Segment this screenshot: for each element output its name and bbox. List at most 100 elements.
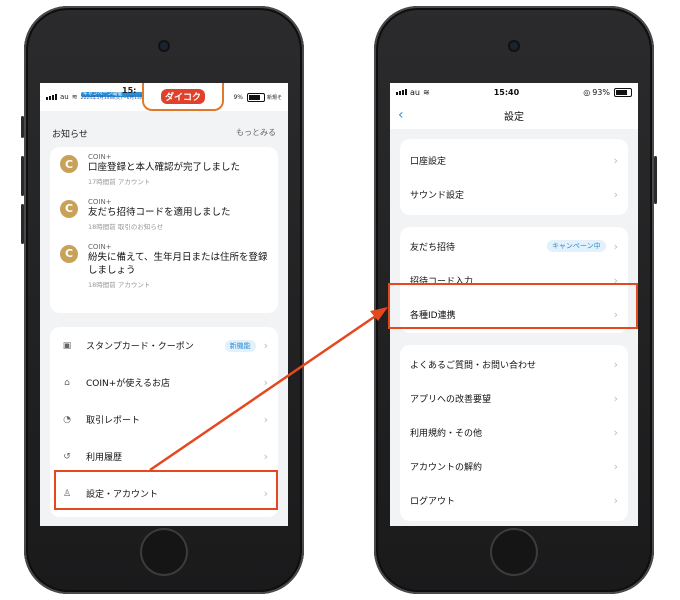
chevron-right-icon: › <box>613 307 618 321</box>
main-menu-card: ▣ スタンプカード・クーポン 新機能 › ⌂ COIN+が使えるお店 › ◔ 取… <box>50 327 278 517</box>
status-right: 9% 新規そ <box>233 92 282 102</box>
mute-switch <box>21 116 24 138</box>
right-screen: au ≋ 15:40 ◎ 93% ‹ 設定 口座設定 › サウンド設定 › 友だ… <box>390 83 638 526</box>
settings-item-terms[interactable]: 利用規約・その他 › <box>400 415 628 449</box>
chevron-right-icon: › <box>613 273 618 287</box>
chevron-right-icon: › <box>263 450 268 463</box>
report-icon: ◔ <box>63 414 71 425</box>
menu-item-label: 取引レポート <box>86 416 141 426</box>
settings-item-faq[interactable]: よくあるご質問・お問い合わせ › <box>400 347 628 381</box>
volume-up-button <box>21 156 24 196</box>
notice-item[interactable]: COIN+ 紛失に備えて、生年月日または住所を登録しましょう 18時間前 アカウ… <box>50 237 278 296</box>
settings-item-id-linking[interactable]: 各種ID連携 › <box>400 297 628 331</box>
chevron-right-icon: › <box>613 239 618 253</box>
notice-source: COIN+ <box>88 197 112 206</box>
notice-item[interactable]: COIN+ 友だち招待コードを適用しました 18時間前 取引のお知らせ <box>50 192 278 237</box>
menu-item-stamp-card[interactable]: ▣ スタンプカード・クーポン 新機能 › <box>50 327 278 364</box>
settings-item-label: 利用規約・その他 <box>410 428 483 439</box>
volume-down-button <box>21 204 24 244</box>
status-left: au ≋ <box>396 88 430 97</box>
coin-plus-icon <box>60 155 78 173</box>
banner-right-text: 新規そ <box>266 94 282 101</box>
menu-item-report[interactable]: ◔ 取引レポート › <box>50 401 278 438</box>
chevron-right-icon: › <box>613 459 618 473</box>
chevron-right-icon: › <box>613 425 618 439</box>
settings-item-delete-account[interactable]: アカウントの解約 › <box>400 449 628 483</box>
menu-item-label: 設定・アカウント <box>86 490 159 500</box>
new-feature-badge: 新機能 <box>224 339 256 352</box>
settings-item-label: アプリへの改善要望 <box>410 394 492 405</box>
right-phone: au ≋ 15:40 ◎ 93% ‹ 設定 口座設定 › サウンド設定 › 友だ… <box>374 6 657 594</box>
battery-icon <box>613 87 632 97</box>
status-right: ◎ 93% <box>583 87 632 97</box>
back-chevron-icon[interactable]: ‹ <box>398 107 404 123</box>
status-time: 15: <box>122 86 137 95</box>
person-icon: ♙ <box>62 488 72 499</box>
settings-item-label: 友だち招待 <box>410 242 456 253</box>
settings-item-invite-code[interactable]: 招待コード入力 › <box>400 263 628 297</box>
notice-source: COIN+ <box>88 242 112 251</box>
settings-item-label: アカウントの解約 <box>410 462 483 473</box>
menu-item-label: スタンプカード・クーポン <box>86 342 194 352</box>
settings-item-label: 各種ID連携 <box>410 310 456 321</box>
nav-bar: ‹ 設定 <box>390 101 638 129</box>
daikoku-logo-text: ダイコク <box>160 88 205 104</box>
chevron-right-icon: › <box>263 376 268 389</box>
settings-group-2: 友だち招待 キャンペーン中 › 招待コード入力 › 各種ID連携 › <box>400 227 628 333</box>
settings-item-feedback[interactable]: アプリへの改善要望 › <box>400 381 628 415</box>
menu-item-stores[interactable]: ⌂ COIN+が使えるお店 › <box>50 364 278 401</box>
notice-time: 18時間前 アカウント <box>88 281 151 290</box>
battery-icon <box>246 92 265 102</box>
front-camera <box>510 42 518 50</box>
notice-message: 友だち招待コードを適用しました <box>88 206 231 218</box>
settings-item-label: よくあるご質問・お問い合わせ <box>410 360 537 371</box>
settings-group-1: 口座設定 › サウンド設定 › <box>400 139 628 215</box>
notices-more-link[interactable]: もっとみる <box>236 127 276 140</box>
notice-message: 紛失に備えて、生年月日または住所を登録しましょう <box>88 251 268 277</box>
notice-item[interactable]: COIN+ 口座登録と本人確認が完了しました 17時間前 アカウント <box>50 147 278 192</box>
left-phone: au ≋ キャンペーン開催 2024年5月14日(火)〜6月13日(木) 9% … <box>21 6 304 594</box>
settings-item-label: 招待コード入力 <box>410 276 474 287</box>
settings-item-account-setting[interactable]: 口座設定 › <box>400 143 628 177</box>
menu-item-history[interactable]: ↺ 利用履歴 › <box>50 438 278 475</box>
campaign-badge: キャンペーン中 <box>546 240 606 252</box>
settings-item-label: サウンド設定 <box>410 190 465 201</box>
battery-label: 93% <box>592 87 610 97</box>
notices-header: お知らせ もっとみる <box>52 127 276 140</box>
store-icon: ⌂ <box>64 377 70 388</box>
notice-time: 18時間前 取引のお知らせ <box>88 222 164 231</box>
power-button <box>654 156 657 204</box>
menu-item-label: 利用履歴 <box>86 453 123 463</box>
settings-item-label: ログアウト <box>410 496 456 507</box>
chevron-right-icon: › <box>613 187 618 201</box>
chevron-right-icon: › <box>263 487 268 500</box>
signal-icon <box>396 89 407 95</box>
menu-item-settings-account[interactable]: ♙ 設定・アカウント › <box>50 475 278 512</box>
chevron-right-icon: › <box>613 153 618 167</box>
chevron-right-icon: › <box>613 493 618 507</box>
settings-item-sound[interactable]: サウンド設定 › <box>400 177 628 211</box>
carrier-label: au <box>60 93 69 101</box>
notices-card: COIN+ 口座登録と本人確認が完了しました 17時間前 アカウント COIN+… <box>50 147 278 313</box>
chevron-right-icon: › <box>613 357 618 371</box>
history-icon: ↺ <box>63 451 71 462</box>
coin-plus-icon <box>60 244 78 263</box>
status-time: 15:40 <box>493 87 520 97</box>
notice-source: COIN+ <box>88 153 112 161</box>
home-button[interactable] <box>492 530 536 574</box>
alarm-icon: ◎ <box>583 87 591 97</box>
notice-time: 17時間前 アカウント <box>88 177 151 186</box>
wifi-icon: ≋ <box>422 87 430 97</box>
settings-item-logout[interactable]: ログアウト › <box>400 483 628 517</box>
stamp-card-icon: ▣ <box>62 340 72 351</box>
settings-item-invite-friends[interactable]: 友だち招待 キャンペーン中 › <box>400 229 628 263</box>
chevron-right-icon: › <box>613 391 618 405</box>
chevron-right-icon: › <box>263 339 268 352</box>
status-bar: au ≋ 15:40 ◎ 93% <box>390 83 638 101</box>
wifi-icon: ≋ <box>71 93 78 101</box>
settings-item-label: 口座設定 <box>410 156 447 167</box>
battery-label: 9% <box>233 93 243 101</box>
home-button[interactable] <box>142 530 186 574</box>
settings-group-3: よくあるご質問・お問い合わせ › アプリへの改善要望 › 利用規約・その他 › … <box>400 345 628 521</box>
chevron-right-icon: › <box>263 413 268 426</box>
